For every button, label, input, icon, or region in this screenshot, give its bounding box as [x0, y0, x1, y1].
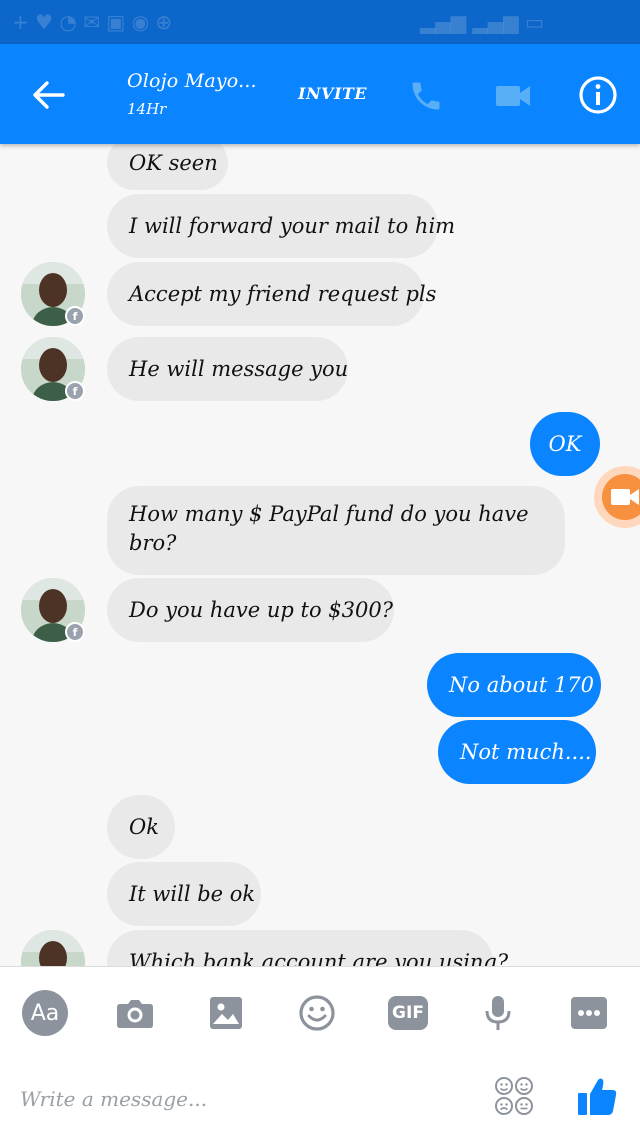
- message-bubble-outgoing[interactable]: No about 170: [427, 653, 601, 717]
- contact-active-status: 14Hr: [127, 100, 167, 118]
- message-bubble-incoming[interactable]: I will forward your mail to him: [107, 194, 455, 258]
- message-bubble-incoming[interactable]: How many $ PayPal fund do you have bro?: [107, 486, 565, 575]
- phone-icon[interactable]: [404, 74, 448, 118]
- status-icons-left: + ♥ ◔ ✉ ▣ ◉ ⊕: [12, 10, 173, 34]
- message-bubble-incoming[interactable]: Which bank account are you using?: [107, 930, 508, 966]
- video-camera-icon[interactable]: [490, 74, 536, 118]
- gif-button[interactable]: GIF: [384, 989, 432, 1037]
- info-icon[interactable]: [575, 72, 621, 118]
- message-input[interactable]: [20, 1079, 470, 1119]
- text-style-button[interactable]: Aa: [21, 989, 69, 1037]
- image-icon[interactable]: [202, 989, 250, 1037]
- message-bubble-incoming[interactable]: Accept my friend request pls: [107, 262, 436, 326]
- message-bubble-outgoing[interactable]: OK: [530, 412, 600, 476]
- contact-name[interactable]: Olojo Mayo...: [127, 70, 257, 92]
- message-bubble-incoming[interactable]: Ok: [107, 795, 175, 859]
- camera-icon[interactable]: [111, 989, 159, 1037]
- stickers-icon[interactable]: [493, 1075, 535, 1117]
- invite-button[interactable]: INVITE: [298, 84, 367, 103]
- facebook-badge-icon: f: [65, 381, 85, 401]
- status-icons-right: ▂▄▆ ▂▄▆ ▭: [420, 10, 544, 34]
- contact-avatar[interactable]: [21, 930, 85, 966]
- back-arrow-icon[interactable]: [28, 74, 70, 116]
- more-icon[interactable]: [565, 989, 613, 1037]
- facebook-badge-icon: f: [65, 622, 85, 642]
- status-bar: + ♥ ◔ ✉ ▣ ◉ ⊕ ▂▄▆ ▂▄▆ ▭: [0, 0, 640, 44]
- message-bubble-incoming[interactable]: He will message you: [107, 337, 348, 401]
- emoji-icon[interactable]: [293, 989, 341, 1037]
- aa-icon: Aa: [22, 990, 68, 1036]
- message-bubble-outgoing[interactable]: Not much....: [438, 720, 596, 784]
- gif-icon: GIF: [388, 996, 428, 1030]
- message-bubble-incoming[interactable]: It will be ok: [107, 862, 261, 926]
- conversation-header: Olojo Mayo... 14Hr INVITE: [0, 44, 640, 144]
- message-composer: Aa GIF: [0, 966, 640, 1138]
- like-icon[interactable]: [576, 1075, 618, 1117]
- facebook-badge-icon: f: [65, 306, 85, 326]
- message-list[interactable]: OK seen I will forward your mail to him …: [0, 144, 640, 966]
- microphone-icon[interactable]: [474, 989, 522, 1037]
- video-camera-icon: [602, 474, 640, 520]
- message-bubble-incoming[interactable]: Do you have up to $300?: [107, 578, 394, 642]
- message-bubble-incoming[interactable]: OK seen: [107, 144, 228, 190]
